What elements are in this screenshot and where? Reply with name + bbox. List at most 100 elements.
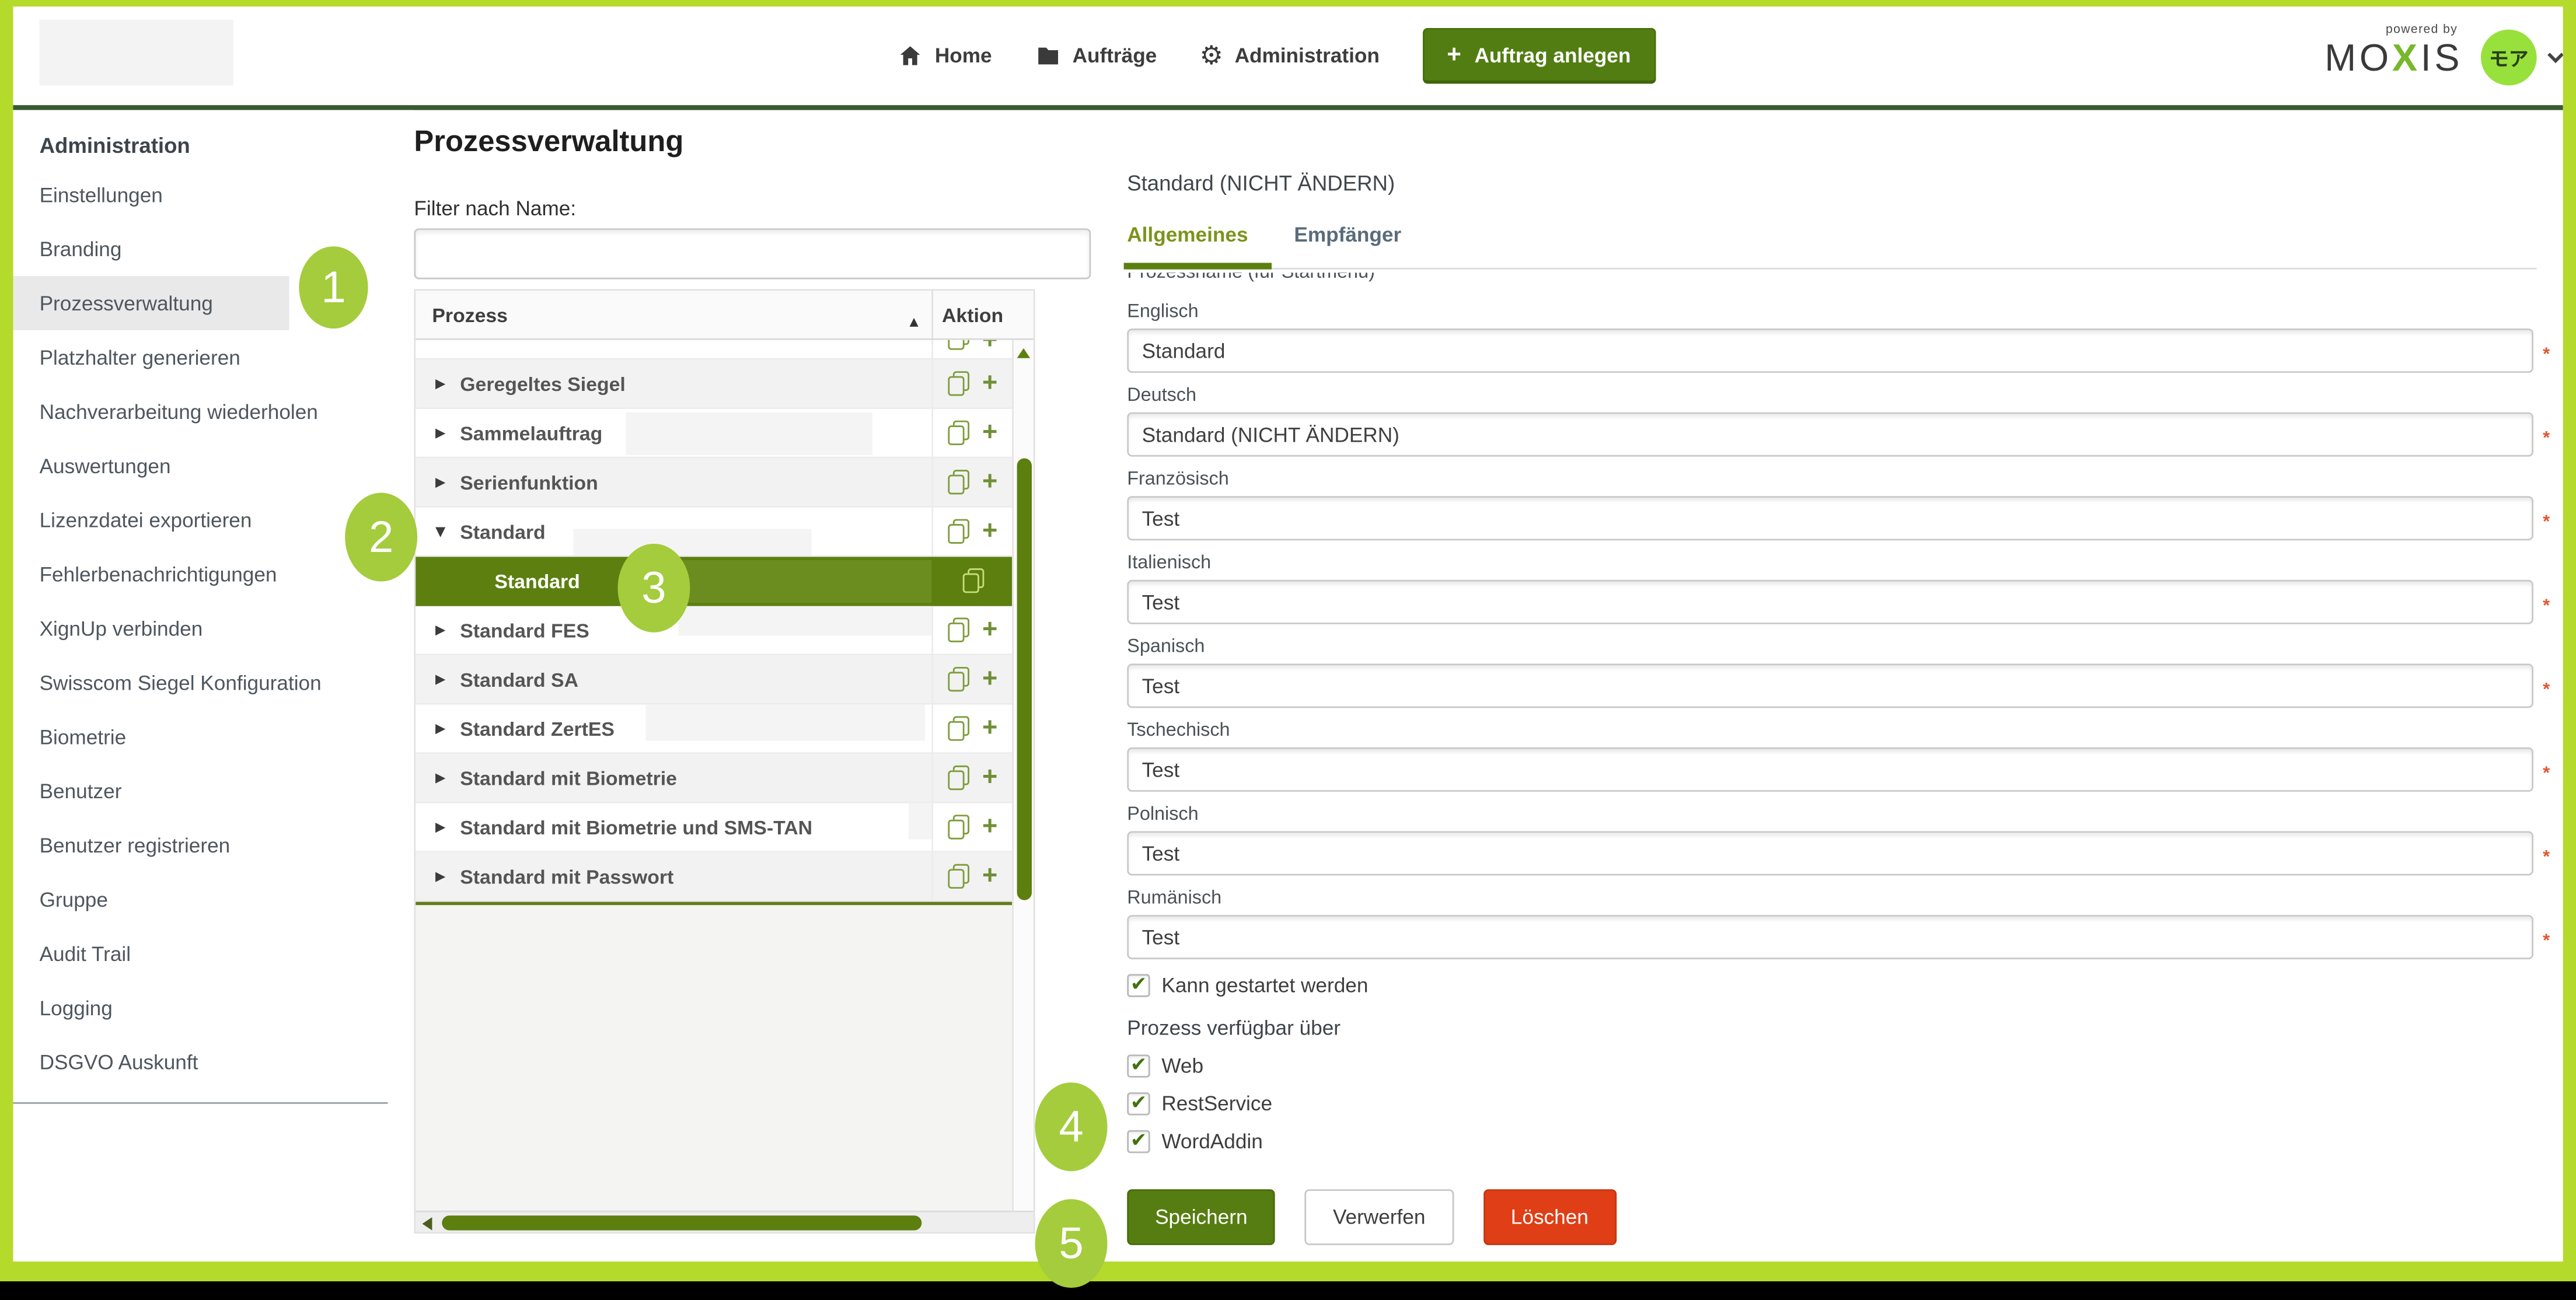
checkbox-icon[interactable] xyxy=(1127,1054,1150,1077)
copy-icon[interactable] xyxy=(948,421,969,445)
field-spanisch: Spanisch * xyxy=(1127,637,2533,708)
add-icon[interactable]: + xyxy=(982,340,997,355)
table-row[interactable]: Standard FES + xyxy=(416,606,1012,655)
sidebar-item-prozessverwaltung[interactable]: Prozessverwaltung xyxy=(13,276,289,330)
vertical-scrollbar[interactable] xyxy=(1012,340,1034,1211)
italienisch-input[interactable] xyxy=(1127,580,2533,624)
copy-icon[interactable] xyxy=(948,470,969,494)
add-icon[interactable]: + xyxy=(982,666,997,693)
expand-arrow-icon[interactable] xyxy=(435,425,460,440)
expand-arrow-icon[interactable] xyxy=(435,869,460,883)
horizontal-scrollbar[interactable] xyxy=(416,1211,1034,1232)
sidebar-item-audit-trail[interactable]: Audit Trail xyxy=(13,927,289,981)
checkbox-icon[interactable] xyxy=(1127,1130,1150,1153)
copy-icon[interactable] xyxy=(948,864,969,889)
add-icon[interactable]: + xyxy=(982,814,997,840)
tab-allgemeines[interactable]: Allgemeines xyxy=(1127,223,1248,261)
nav-item-home[interactable]: Home xyxy=(897,43,992,69)
expand-arrow-icon[interactable] xyxy=(435,721,460,736)
checkbox-icon[interactable] xyxy=(1127,974,1150,997)
polnisch-input[interactable] xyxy=(1127,831,2533,875)
expand-arrow-icon[interactable] xyxy=(435,672,460,686)
sidebar-item-biometrie[interactable]: Biometrie xyxy=(13,710,289,764)
column-header-prozess[interactable]: Prozess xyxy=(416,291,931,338)
sidebar-item-nachverarbeitung[interactable]: Nachverarbeitung wiederholen xyxy=(13,385,289,439)
copy-icon[interactable] xyxy=(948,667,969,691)
sidebar-item-benutzer-registrieren[interactable]: Benutzer registrieren xyxy=(13,818,289,872)
copy-icon[interactable] xyxy=(948,371,969,396)
checkbox-label: RestService xyxy=(1161,1092,1272,1115)
table-row[interactable]: Standard mit Biometrie + xyxy=(416,754,1012,803)
expand-arrow-icon[interactable] xyxy=(435,623,460,637)
add-icon[interactable]: + xyxy=(982,715,997,742)
sidebar-item-einstellungen[interactable]: Einstellungen xyxy=(13,167,289,222)
copy-icon[interactable] xyxy=(962,568,983,593)
web-checkbox-row[interactable]: Web xyxy=(1127,1054,2533,1077)
sort-asc-icon[interactable] xyxy=(910,307,919,330)
expand-arrow-icon[interactable] xyxy=(435,376,460,391)
chevron-down-icon[interactable] xyxy=(2547,47,2564,63)
add-icon[interactable]: + xyxy=(982,764,997,791)
nav-item-auftraege[interactable]: Aufträge xyxy=(1035,43,1157,69)
sidebar-item-xignup[interactable]: XignUp verbinden xyxy=(13,601,289,655)
add-icon[interactable]: + xyxy=(982,469,997,495)
copy-icon[interactable] xyxy=(948,618,969,642)
filter-input[interactable] xyxy=(414,228,1091,279)
sidebar-item-platzhalter[interactable]: Platzhalter generieren xyxy=(13,330,289,385)
table-row[interactable]: Standard SA + xyxy=(416,655,1012,704)
table-row[interactable]: Standard + xyxy=(416,508,1012,557)
table-row[interactable]: Geregeltes Siegel + xyxy=(416,360,1012,409)
scroll-up-icon[interactable] xyxy=(1017,348,1031,358)
table-row[interactable]: Serienfunktion + xyxy=(416,458,1012,507)
tab-empfaenger[interactable]: Empfänger xyxy=(1294,223,1401,261)
add-icon[interactable]: + xyxy=(982,863,997,889)
englisch-input[interactable] xyxy=(1127,329,2533,373)
copy-icon[interactable] xyxy=(948,815,969,839)
add-icon[interactable]: + xyxy=(982,371,997,397)
sidebar-item-dsgvo[interactable]: DSGVO Auskunft xyxy=(13,1035,289,1089)
sidebar-item-logging[interactable]: Logging xyxy=(13,981,289,1035)
avatar[interactable]: モア xyxy=(2481,30,2537,86)
franzoesisch-input[interactable] xyxy=(1127,496,2533,540)
table-row[interactable]: Standard ZertES + xyxy=(416,705,1012,754)
copy-icon[interactable] xyxy=(948,340,969,350)
copy-icon[interactable] xyxy=(948,716,969,740)
add-icon[interactable]: + xyxy=(982,420,997,446)
create-order-button[interactable]: + Auftrag anlegen xyxy=(1422,28,1656,84)
sidebar-item-gruppe[interactable]: Gruppe xyxy=(13,872,289,927)
restservice-checkbox-row[interactable]: RestService xyxy=(1127,1092,2533,1115)
sidebar-item-branding[interactable]: Branding xyxy=(13,222,289,276)
table-row-selected[interactable]: Standard + xyxy=(416,557,1012,606)
tschechisch-input[interactable] xyxy=(1127,747,2533,792)
can-start-checkbox-row[interactable]: Kann gestartet werden xyxy=(1127,974,2533,997)
sidebar-item-lizenzdatei[interactable]: Lizenzdatei exportieren xyxy=(13,493,289,547)
discard-button[interactable]: Verwerfen xyxy=(1305,1189,1453,1245)
horizontal-scrollbar-thumb[interactable] xyxy=(442,1215,922,1230)
expand-arrow-icon[interactable] xyxy=(435,820,460,834)
add-icon[interactable]: + xyxy=(982,518,997,544)
table-row[interactable]: Standard mit Biometrie und SMS-TAN + xyxy=(416,803,1012,852)
copy-icon[interactable] xyxy=(948,519,969,544)
add-icon[interactable]: + xyxy=(982,617,997,643)
sidebar-item-swisscom[interactable]: Swisscom Siegel Konfiguration xyxy=(13,655,289,710)
copy-icon[interactable] xyxy=(948,766,969,790)
sidebar-item-auswertungen[interactable]: Auswertungen xyxy=(13,439,289,493)
spanisch-input[interactable] xyxy=(1127,663,2533,708)
vertical-scrollbar-thumb[interactable] xyxy=(1017,458,1032,900)
save-button[interactable]: Speichern xyxy=(1127,1189,1275,1245)
sidebar-item-benutzer[interactable]: Benutzer xyxy=(13,764,289,818)
table-row-clipped[interactable]: + xyxy=(416,340,1012,360)
expand-arrow-icon[interactable] xyxy=(435,770,460,785)
checkbox-icon[interactable] xyxy=(1127,1092,1150,1115)
sidebar-item-fehlerbenachrichtigungen[interactable]: Fehlerbenachrichtigungen xyxy=(13,547,289,601)
table-row[interactable]: Sammelauftrag + xyxy=(416,409,1012,458)
delete-button[interactable]: Löschen xyxy=(1483,1189,1617,1245)
deutsch-input[interactable] xyxy=(1127,413,2533,457)
nav-item-administration[interactable]: ⚙ Administration xyxy=(1199,43,1379,69)
wordaddin-checkbox-row[interactable]: WordAddin xyxy=(1127,1130,2533,1153)
expand-arrow-icon[interactable] xyxy=(435,475,460,490)
rumaenisch-input[interactable] xyxy=(1127,915,2533,959)
scroll-left-icon[interactable] xyxy=(423,1217,432,1231)
collapse-arrow-icon[interactable] xyxy=(435,524,460,539)
table-row[interactable]: Standard mit Passwort + xyxy=(416,852,1012,901)
